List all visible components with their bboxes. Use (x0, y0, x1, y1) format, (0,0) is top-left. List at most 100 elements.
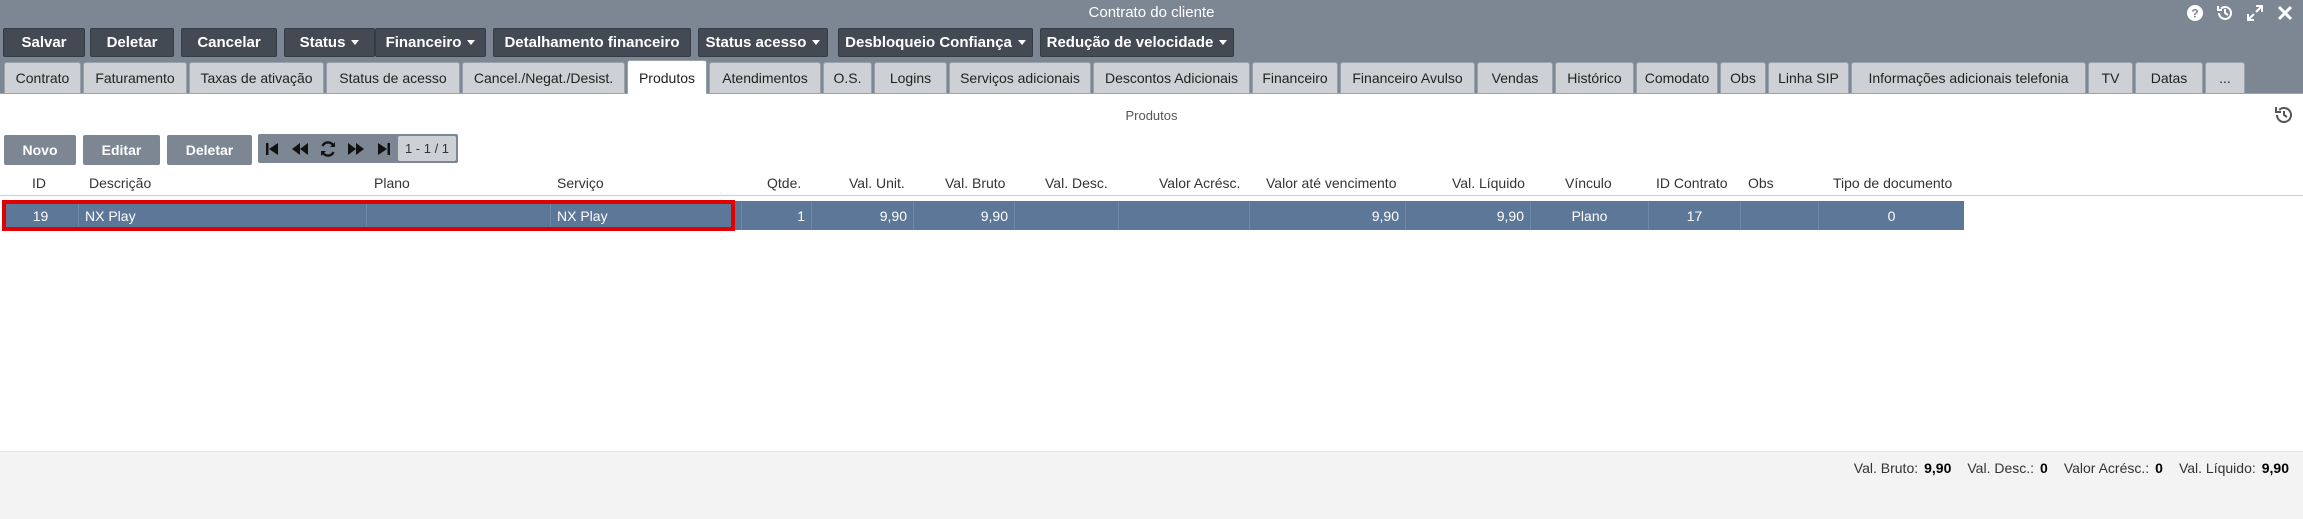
cell-plano (367, 201, 551, 230)
status-dropdown[interactable]: Status (284, 28, 375, 57)
tab-historico[interactable]: Histórico (1555, 62, 1634, 93)
tab-tv[interactable]: TV (2088, 62, 2133, 93)
column-header[interactable]: Val. Unit. (849, 175, 905, 191)
desbloqueio-confianca-label: Desbloqueio Confiança (845, 34, 1012, 51)
valor-acresc-value: 0 (2155, 460, 2163, 476)
financeiro-dropdown-label: Financeiro (385, 34, 462, 51)
column-header[interactable]: Valor Acrésc. (1159, 175, 1240, 191)
produtos-panel: Produtos Novo Editar Deletar 1 - 1 / 1 I… (0, 94, 2303, 519)
tab-financeiro-avulso[interactable]: Financeiro Avulso (1340, 62, 1475, 93)
tab-descontos-adicionais[interactable]: Descontos Adicionais (1093, 62, 1250, 93)
val-liquido-label: Val. Líquido: (2178, 460, 2256, 476)
column-header[interactable]: ID Contrato (1656, 175, 1728, 191)
val-liquido-value: 9,90 (2261, 460, 2289, 476)
last-page-icon[interactable] (370, 134, 398, 163)
first-page-icon[interactable] (258, 134, 286, 163)
cell-id-contrato: 17 (1649, 201, 1741, 230)
tab-os[interactable]: O.S. (823, 62, 872, 93)
tab-linha-sip[interactable]: Linha SIP (1768, 62, 1849, 93)
cell-descricao: NX Play (79, 201, 367, 230)
tab-logins[interactable]: Logins (874, 62, 947, 93)
reducao-velocidade-label: Redução de velocidade (1046, 34, 1214, 51)
table-row[interactable]: 19 NX Play NX Play 1 9,90 9,90 9,90 9,90… (3, 201, 1964, 230)
totals: Val. Bruto: 9,90 Val. Desc.: 0 Valor Acr… (1854, 460, 2289, 476)
cell-val-bruto: 9,90 (914, 201, 1015, 230)
column-header[interactable]: Val. Desc. (1045, 175, 1108, 191)
close-icon[interactable] (2275, 3, 2295, 23)
contract-window: Contrato do cliente ? Salvar Deletar Can… (0, 0, 2303, 519)
chevron-down-icon (467, 40, 476, 45)
detalhamento-financeiro-button[interactable]: Detalhamento financeiro (493, 28, 691, 57)
cell-servico: NX Play (551, 201, 742, 230)
tab-obs[interactable]: Obs (1720, 62, 1766, 93)
column-header[interactable]: Vínculo (1565, 175, 1612, 191)
tab-status-acesso[interactable]: Status de acesso (326, 62, 460, 93)
tab-informacoes-telefonia[interactable]: Informações adicionais telefonia (1851, 62, 2086, 93)
column-header[interactable]: Tipo de documento (1833, 175, 1952, 191)
tab-datas[interactable]: Datas (2135, 62, 2203, 93)
tab-servicos-adicionais[interactable]: Serviços adicionais (949, 62, 1091, 93)
pager: 1 - 1 / 1 (258, 134, 458, 163)
tabs-bar: Contrato Faturamento Taxas de ativação S… (0, 58, 2303, 94)
column-header[interactable]: Descrição (89, 175, 151, 191)
val-bruto-value: 9,90 (1924, 460, 1952, 476)
cell-valor-acresc (1119, 201, 1250, 230)
status-acesso-label: Status acesso (705, 34, 807, 51)
tab-comodato[interactable]: Comodato (1636, 62, 1718, 93)
status-acesso-dropdown[interactable]: Status acesso (698, 28, 828, 57)
column-header[interactable]: Plano (374, 175, 410, 191)
column-header[interactable]: Val. Líquido (1452, 175, 1525, 191)
table-header: ID Descrição Plano Serviço Qtde. Val. Un… (0, 170, 2303, 196)
status-dropdown-label: Status (299, 34, 346, 51)
desbloqueio-confianca-dropdown[interactable]: Desbloqueio Confiança (838, 28, 1033, 57)
next-page-icon[interactable] (342, 134, 370, 163)
column-header[interactable]: Serviço (557, 175, 604, 191)
refresh-icon[interactable] (314, 134, 342, 163)
save-button[interactable]: Salvar (3, 28, 85, 57)
maximize-icon[interactable] (2245, 3, 2265, 23)
pager-info: 1 - 1 / 1 (398, 136, 456, 161)
help-icon[interactable]: ? (2185, 3, 2205, 23)
column-header[interactable]: Obs (1748, 175, 1774, 191)
column-header[interactable]: Qtde. (767, 175, 801, 191)
previous-page-icon[interactable] (286, 134, 314, 163)
title-bar: Contrato do cliente ? (0, 0, 2303, 26)
cell-tipo-documento: 0 (1887, 207, 1896, 224)
tab-contrato[interactable]: Contrato (4, 62, 81, 93)
delete-item-button[interactable]: Deletar (167, 135, 252, 165)
cell-vinculo: Plano (1531, 201, 1649, 230)
tab-vendas[interactable]: Vendas (1477, 62, 1553, 93)
totals-footer: Val. Bruto: 9,90 Val. Desc.: 0 Valor Acr… (0, 451, 2303, 519)
tab-faturamento[interactable]: Faturamento (83, 62, 187, 93)
val-bruto-label: Val. Bruto: (1853, 460, 1919, 476)
financeiro-dropdown[interactable]: Financeiro (375, 28, 486, 57)
cell-val-liquido: 9,90 (1406, 201, 1531, 230)
chevron-down-icon (1017, 40, 1026, 45)
chevron-down-icon (351, 40, 360, 45)
cell-valor-vencimento: 9,90 (1250, 201, 1406, 230)
cancel-button[interactable]: Cancelar (181, 28, 277, 57)
cell-val-desc (1015, 201, 1119, 230)
tab-taxas-ativacao[interactable]: Taxas de ativação (189, 62, 324, 93)
tab-atendimentos[interactable]: Atendimentos (709, 62, 821, 93)
column-header[interactable]: Val. Bruto (945, 175, 1005, 191)
delete-button[interactable]: Deletar (90, 28, 174, 57)
tab-financeiro[interactable]: Financeiro (1252, 62, 1338, 93)
cell-id: 19 (3, 201, 79, 230)
history-icon[interactable] (2273, 104, 2295, 126)
cell-obs (1741, 201, 1819, 230)
section-title: Produtos (1125, 108, 1178, 123)
reducao-velocidade-dropdown[interactable]: Redução de velocidade (1040, 28, 1234, 57)
column-header[interactable]: ID (32, 175, 46, 191)
toolbar: Salvar Deletar Cancelar Status Financeir… (0, 26, 2303, 58)
column-header[interactable]: Valor até vencimento (1266, 175, 1396, 191)
tab-cancel-negat-desist[interactable]: Cancel./Negat./Desist. (462, 62, 625, 93)
tab-more[interactable]: ... (2205, 62, 2245, 93)
edit-button[interactable]: Editar (83, 135, 160, 165)
history-icon[interactable] (2215, 3, 2235, 23)
val-desc-value: 0 (2040, 460, 2048, 476)
window-title: Contrato do cliente (1088, 4, 1215, 21)
val-desc-label: Val. Desc.: (1967, 460, 2035, 476)
new-button[interactable]: Novo (4, 135, 76, 165)
tab-produtos[interactable]: Produtos (627, 60, 707, 94)
